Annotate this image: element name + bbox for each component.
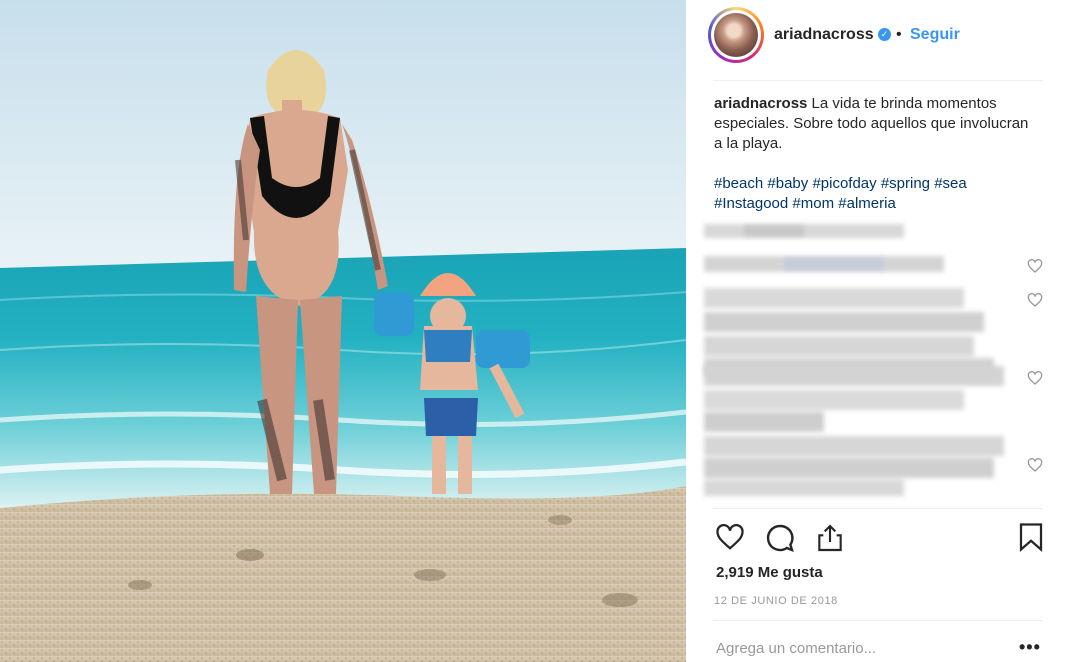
blurred-comment [704,436,1004,496]
caption-username[interactable]: ariadnacross [714,95,807,112]
comment-like-heart-icon[interactable] [1027,258,1043,274]
bookmark-icon[interactable] [1018,522,1044,552]
likes-count[interactable]: 2,919 Me gusta [716,564,823,581]
comment-like-heart-icon[interactable] [1027,292,1043,308]
hashtag-link[interactable]: #baby [767,175,808,192]
blurred-comment [704,288,994,376]
hashtag-link[interactable]: #beach [714,175,763,192]
post-photo[interactable] [0,0,686,662]
speech-bubble-icon[interactable] [764,522,796,554]
header-username[interactable]: ariadnacross [774,26,874,44]
comment-like-heart-icon[interactable] [1027,457,1043,473]
hashtag-link[interactable]: #mom [792,195,834,212]
avatar[interactable] [708,7,764,63]
hashtag-link[interactable]: #picofday [812,175,876,192]
follow-button[interactable]: Seguir [910,26,960,44]
comment-like-heart-icon[interactable] [1027,370,1043,386]
post-side-panel: ariadnacross ✓ • Seguir ariadnacross La … [686,0,1068,662]
beach-photo-illustration [0,0,686,662]
blurred-comment [704,366,1004,436]
post-actions-bar [686,518,1068,558]
header-divider [713,80,1043,81]
hashtag-link[interactable]: #spring [881,175,930,192]
avatar-photo [714,13,758,57]
post-date: 12 DE JUNIO DE 2018 [714,595,838,607]
header-separator-dot: • [896,26,902,43]
post-caption: ariadnacross La vida te brinda momentos … [714,94,1034,154]
hashtag-link[interactable]: #almeria [838,195,896,212]
verified-check-icon: ✓ [878,28,891,41]
footer-divider [713,620,1043,621]
heart-icon[interactable] [714,522,746,552]
hashtag-link[interactable]: #Instagood [714,195,788,212]
comment-input[interactable]: Agrega un comentario... [716,640,976,657]
more-options-icon[interactable]: ••• [1019,638,1041,656]
post-header: ariadnacross ✓ • Seguir [686,0,1068,80]
blurred-comment [704,222,914,242]
hashtag-list: #beach #baby #picofday #spring #sea #Ins… [714,174,1034,214]
blurred-comment [704,256,954,276]
comments-divider [713,508,1043,509]
hashtag-link[interactable]: #sea [934,175,967,192]
avatar-inner [711,10,761,60]
share-arrow-icon[interactable] [814,522,846,554]
